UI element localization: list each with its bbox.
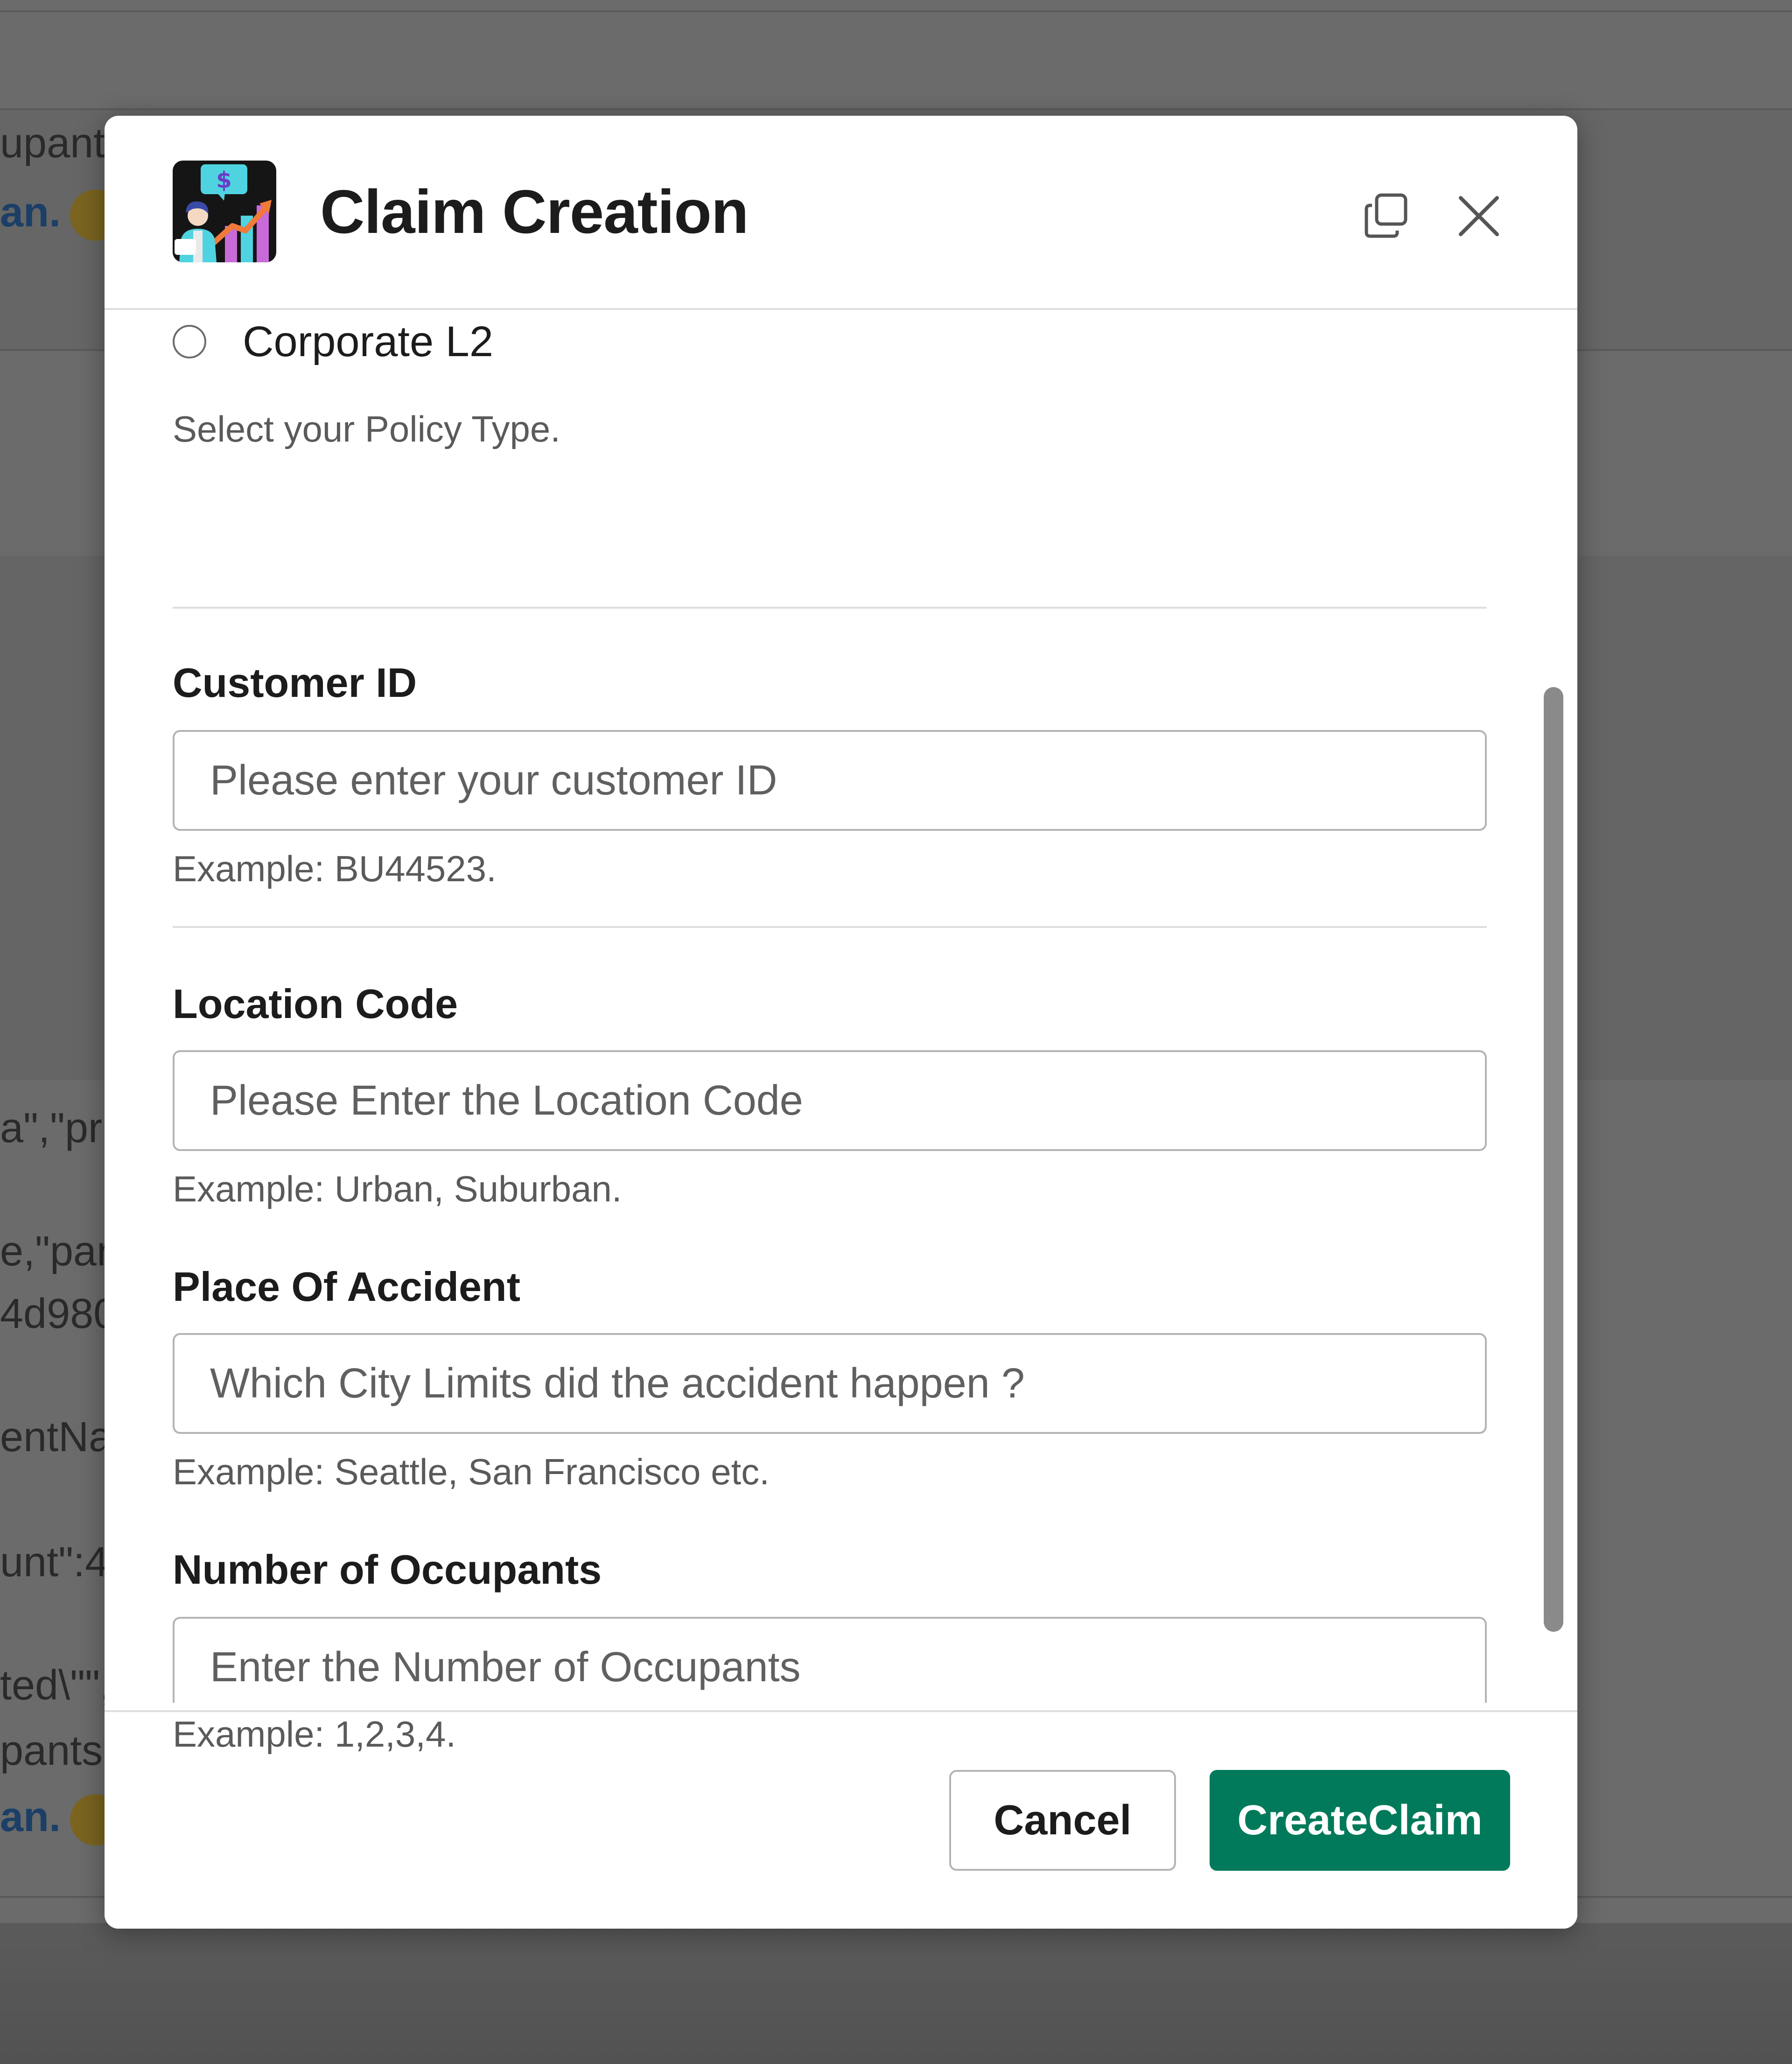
bg-snippet: 4d980 [0, 1291, 117, 1337]
place-of-accident-input[interactable] [173, 1333, 1487, 1434]
customer-id-hint: Example: BU44523. [173, 848, 497, 889]
bg-snippet: pants [0, 1727, 103, 1774]
copy-window-icon [1365, 193, 1407, 238]
close-icon [1459, 196, 1499, 236]
svg-text:$: $ [216, 167, 231, 193]
section-divider [173, 926, 1487, 928]
place-of-accident-hint: Example: Seattle, San Francisco etc. [173, 1451, 770, 1492]
create-claim-button[interactable]: CreateClaim [1210, 1770, 1510, 1871]
modal-header: $ Claim Creation [105, 116, 1577, 310]
occupants-label: Number of Occupants [173, 1546, 602, 1593]
claim-app-logo-icon: $ [173, 161, 276, 262]
customer-id-label: Customer ID [173, 660, 417, 706]
copy-window-button[interactable] [1356, 186, 1417, 246]
radio-option-corporate-l2[interactable]: Corporate L2 [173, 318, 493, 365]
customer-id-input[interactable] [173, 730, 1487, 831]
bg-snippet-text: an. [0, 189, 61, 236]
location-code-input[interactable] [173, 1050, 1487, 1151]
section-divider [173, 607, 1487, 609]
bg-divider [0, 10, 1792, 12]
occupants-input[interactable] [173, 1617, 1487, 1703]
policy-type-hint: Select your Policy Type. [173, 408, 560, 449]
radio-label: Corporate L2 [243, 317, 493, 365]
modal-title: Claim Creation [320, 177, 749, 246]
location-code-label: Location Code [173, 981, 458, 1027]
close-button[interactable] [1449, 186, 1509, 246]
bg-snippet: an. [0, 189, 122, 241]
claim-creation-modal: $ Claim Creation Corporate L2 Select you… [105, 116, 1577, 1929]
bg-snippet-text: an. [0, 1794, 61, 1840]
bg-snippet: upant [0, 120, 105, 167]
bg-snippet: unt":4 [0, 1539, 109, 1586]
bg-bottom-shade [0, 1923, 1792, 2064]
bg-snippet: ted\"", [0, 1662, 112, 1709]
radio-button[interactable] [173, 325, 206, 358]
bg-snippet: a","pri [0, 1105, 112, 1151]
place-of-accident-label: Place Of Accident [173, 1264, 520, 1310]
scrollbar-thumb[interactable] [1544, 687, 1563, 1632]
modal-body[interactable]: Corporate L2 Select your Policy Type. Cu… [105, 310, 1577, 1703]
location-code-hint: Example: Urban, Suburban. [173, 1168, 622, 1209]
occupants-hint: Example: 1,2,3,4. [173, 1713, 456, 1755]
cancel-button[interactable]: Cancel [949, 1770, 1176, 1871]
bg-snippet: an. [0, 1793, 122, 1846]
